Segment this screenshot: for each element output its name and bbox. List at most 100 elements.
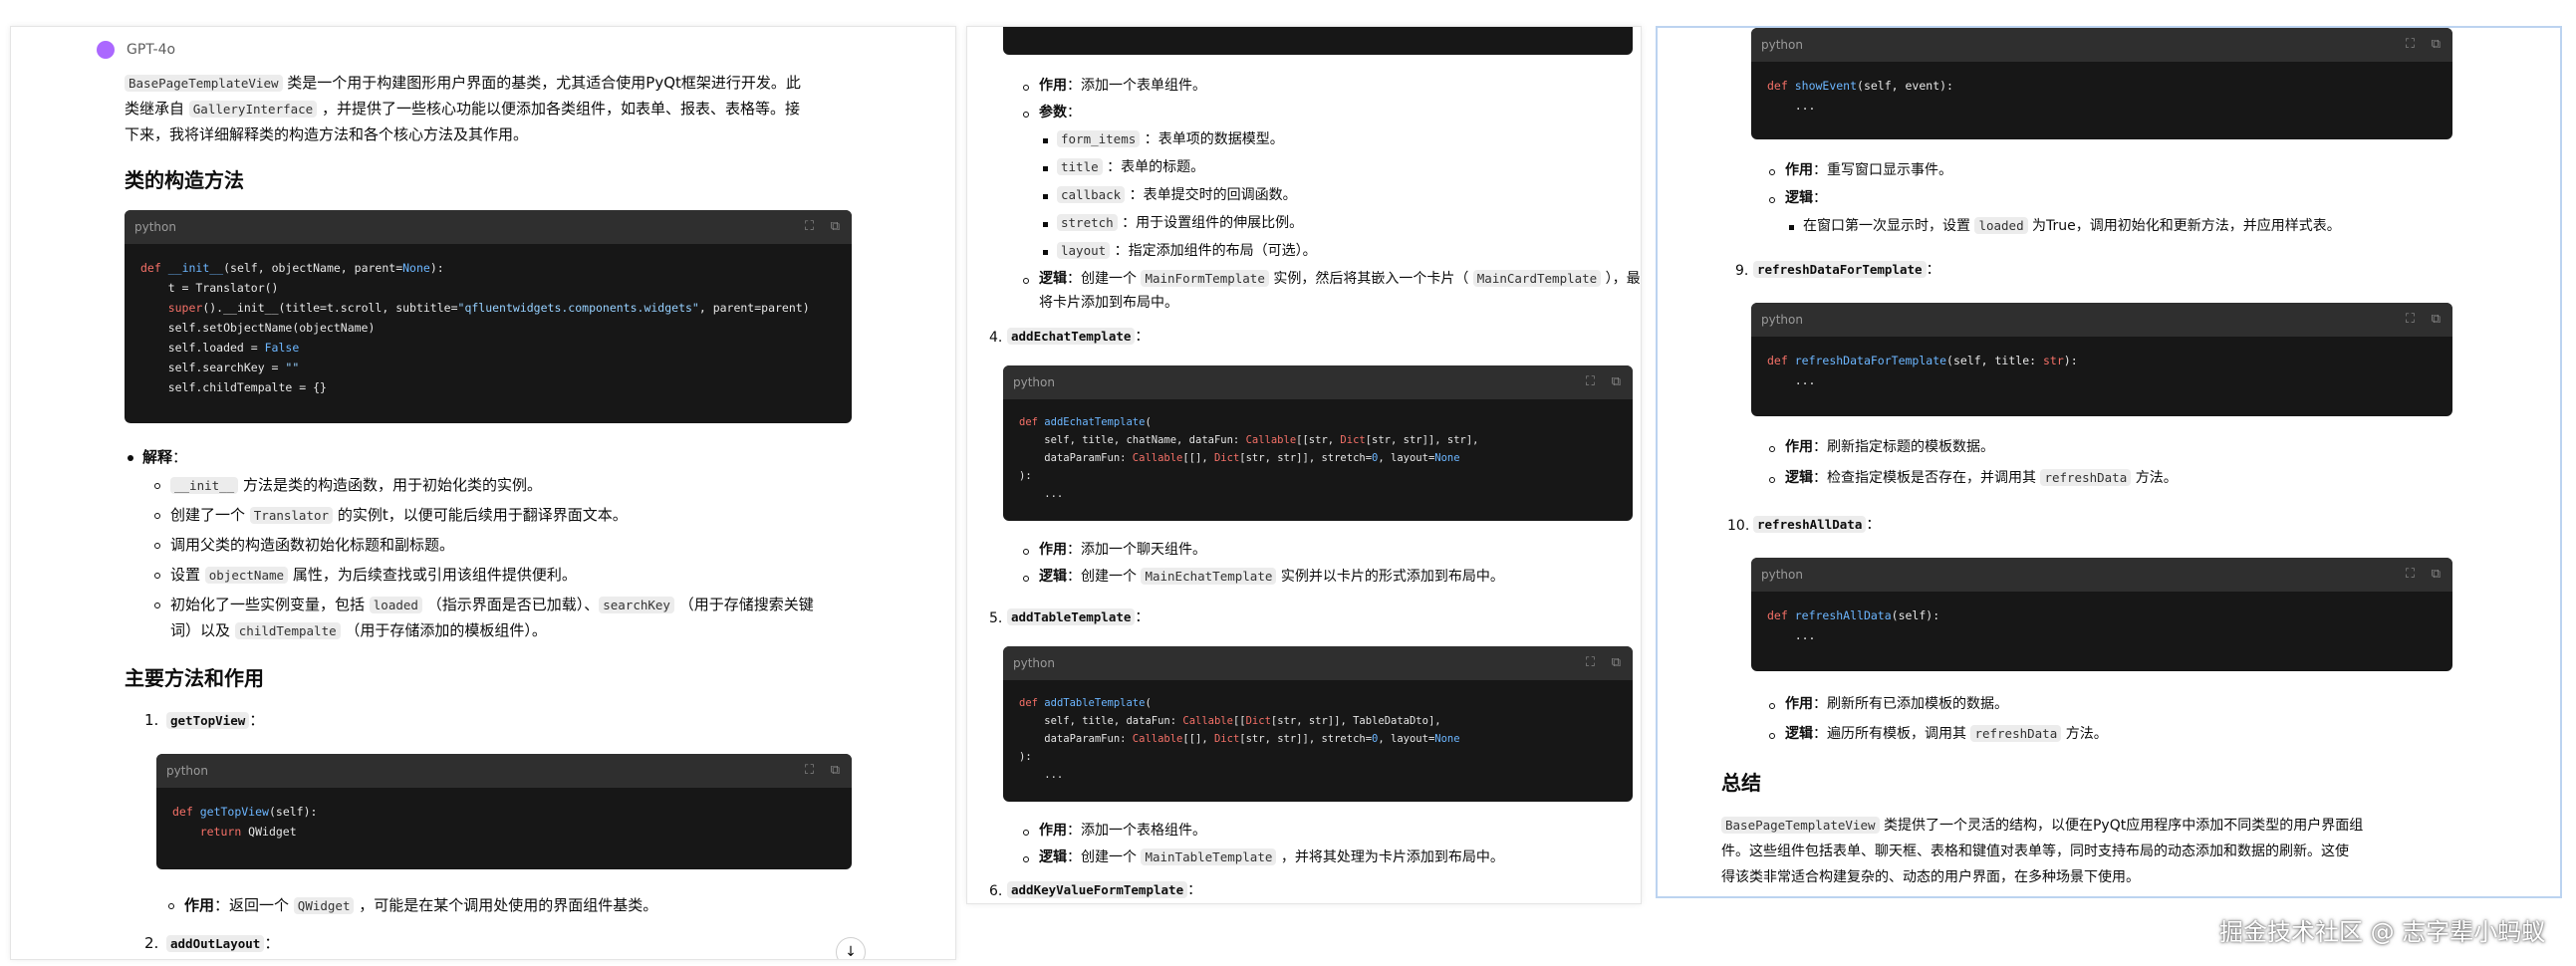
- code-init: def __init__(self, objectName, parent=No…: [140, 261, 810, 394]
- expand-icon[interactable]: ⛶: [805, 210, 814, 244]
- heading-summary: 总结: [1721, 771, 1761, 795]
- form-logic-1: 逻辑：创建一个 MainFormTemplate 实例，然后将其嵌入一个卡片（ …: [1039, 270, 1641, 287]
- method-number: 9.: [1735, 263, 1749, 279]
- param-1: form_items ：表单项的数据模型。: [1057, 128, 1284, 150]
- bullet-circle: [154, 543, 160, 549]
- scroll-down-button[interactable]: ↓: [836, 937, 866, 959]
- copy-icon[interactable]: ⧉: [2432, 28, 2441, 62]
- bullet-circle: [1769, 733, 1775, 739]
- code-refreshdatafortemplate: def refreshDataForTemplate(self, title: …: [1767, 354, 2078, 387]
- showevent-logic-label: 逻辑：: [1785, 190, 1827, 206]
- explain-item-4: 设置 objectName 属性，为后续查找或引用该组件提供便利。: [170, 566, 577, 584]
- bullet-square: [1043, 166, 1048, 171]
- bullet-circle: [1023, 856, 1029, 862]
- bullet-circle: [168, 903, 174, 909]
- method-title-addkeyvalue: addKeyValueFormTemplate：: [1007, 879, 1201, 901]
- code-block-gettopview: python ⛶ ⧉ def getTopView(self): return QW…: [156, 754, 852, 869]
- chat-panel-right: python ⛶ ⧉ def showEvent(self, event): ...…: [1656, 26, 2562, 898]
- chat-panel-middle: 作用：添加一个表单组件。 参数： form_items ：表单项的数据模型。 t…: [966, 26, 1642, 904]
- refreshdatafortemplate-role: 作用：刷新指定标题的模板数据。: [1785, 439, 1994, 455]
- copy-icon[interactable]: ⧉: [831, 754, 840, 788]
- code-block-addechat: python ⛶ ⧉ def addEchatTemplate( self, tit…: [1003, 365, 1633, 521]
- model-avatar-icon: [97, 41, 115, 59]
- bullet-circle: [154, 483, 160, 489]
- bullet-circle: [1023, 85, 1029, 91]
- bullet-circle: [154, 573, 160, 579]
- explain-label: 解释：: [142, 448, 188, 466]
- intro-line-3: 下来，我将详细解释类的构造方法和各个核心方法及其作用。: [125, 125, 529, 143]
- param-4: stretch ：用于设置组件的伸展比例。: [1057, 212, 1303, 234]
- table-logic: 逻辑：创建一个 MainTableTemplate ，并将其处理为卡片添加到布局…: [1039, 848, 1504, 865]
- method-title-gettopview: getTopView：: [166, 708, 264, 733]
- form-logic-2: 将卡片添加到布局中。: [1039, 295, 1178, 311]
- method-title-addtable: addTableTemplate：: [1007, 606, 1149, 628]
- intro-line-2: 类继承自 GalleryInterface ，并提供了一些核心功能以便添加各类组…: [125, 100, 800, 118]
- code-block-init: python ⛶ ⧉ def __init__(self, objectName, …: [125, 210, 852, 423]
- watermark: 掘金技术社区 @ 志字辈小蚂蚁: [2219, 918, 2546, 946]
- bullet-circle: [1023, 576, 1029, 582]
- heading-constructor: 类的构造方法: [125, 168, 244, 192]
- form-params-label: 参数：: [1039, 105, 1081, 121]
- bullet-circle: [1023, 278, 1029, 284]
- method-number: 5.: [989, 610, 1003, 626]
- expand-icon[interactable]: ⛶: [2406, 303, 2415, 337]
- code-addechat: def addEchatTemplate( self, title, chatN…: [1019, 416, 1479, 500]
- bullet-square: [1043, 138, 1048, 143]
- param-3: callback ：表单提交时的回调函数。: [1057, 184, 1297, 206]
- expand-icon[interactable]: ⛶: [1586, 646, 1595, 680]
- method-number: 10.: [1727, 518, 1750, 534]
- heading-methods: 主要方法和作用: [125, 666, 264, 690]
- bullet-circle: [154, 513, 160, 519]
- intro-line-1: BasePageTemplateView 类是一个用于构建图形用户界面的基类，尤…: [125, 71, 801, 96]
- bullet-circle: [1769, 446, 1775, 452]
- form-role: 作用：添加一个表单组件。: [1039, 78, 1206, 94]
- bullet-circle: [1769, 197, 1775, 203]
- bullet-square: [1043, 222, 1048, 227]
- echat-logic: 逻辑：创建一个 MainEchatTemplate 实例并以卡片的形式添加到布局…: [1039, 568, 1504, 585]
- code-block-refreshdatafortemplate: python ⛶ ⧉ def refreshDataForTemplate(self…: [1751, 303, 2452, 416]
- refreshalldata-logic: 逻辑：遍历所有模板，调用其 refreshData 方法。: [1785, 725, 2108, 742]
- showevent-logic: 在窗口第一次显示时，设置 loaded 为True，调用初始化和更新方法，并应用…: [1803, 217, 2341, 234]
- code-showevent: def showEvent(self, event): ...: [1767, 79, 1953, 113]
- explain-item-5a: 初始化了一些实例变量，包括 loaded （指示界面是否已加载）、 searchK…: [170, 596, 814, 613]
- param-5: layout ：指定添加组件的布局（可选）。: [1057, 240, 1317, 262]
- copy-icon[interactable]: ⧉: [2432, 303, 2441, 337]
- method-title-addechat: addEchatTemplate：: [1007, 326, 1149, 348]
- explain-item-3: 调用父类的构造函数初始化标题和副标题。: [170, 536, 455, 554]
- code-gettopview: def getTopView(self): return QWidget: [172, 805, 318, 839]
- method-number: 1.: [144, 711, 159, 729]
- bullet-dot: [128, 455, 133, 461]
- code-refreshalldata: def refreshAllData(self): ...: [1767, 608, 1940, 642]
- explain-item-5b: 词）以及 childTempalte （用于存储添加的模板组件）。: [170, 621, 547, 639]
- table-role: 作用：添加一个表格组件。: [1039, 823, 1206, 839]
- expand-icon[interactable]: ⛶: [2406, 28, 2415, 62]
- gettopview-role: 作用：返回一个 QWidget ，可能是在某个调用处使用的界面组件基类。: [184, 896, 658, 914]
- bullet-circle: [1769, 703, 1775, 709]
- bullet-circle: [1769, 477, 1775, 483]
- bullet-circle: [1769, 169, 1775, 175]
- explain-item-2: 创建了一个 Translator 的实例t，以便可能后续用于翻译界面文本。: [170, 506, 628, 524]
- bullet-square: [1043, 250, 1048, 255]
- bullet-circle: [1023, 549, 1029, 555]
- bullet-circle: [1023, 830, 1029, 836]
- copy-icon[interactable]: ⧉: [1612, 646, 1621, 680]
- copy-icon[interactable]: ⧉: [831, 210, 840, 244]
- method-number: 2.: [144, 934, 159, 952]
- summary-line-1: BasePageTemplateView 类提供了一个灵活的结构，以便在PyQt…: [1721, 815, 2363, 837]
- bullet-square: [1043, 194, 1048, 199]
- method-number: 6.: [989, 883, 1003, 899]
- copy-icon[interactable]: ⧉: [2432, 558, 2441, 592]
- code-block-top-cut: [1003, 27, 1633, 55]
- expand-icon[interactable]: ⛶: [805, 754, 814, 788]
- copy-icon[interactable]: ⧉: [1612, 365, 1621, 399]
- expand-icon[interactable]: ⛶: [1586, 365, 1595, 399]
- code-block-showevent: python ⛶ ⧉ def showEvent(self, event): ...: [1751, 28, 2452, 139]
- method-title-refreshalldata: refreshAllData：: [1753, 514, 1880, 536]
- chat-panel-left: GPT-4o BasePageTemplateView 类是一个用于构建图形用户…: [10, 26, 956, 960]
- echat-role: 作用：添加一个聊天组件。: [1039, 542, 1206, 558]
- summary-line-3: 得该类非常适合构建复杂的、动态的用户界面，在多种场景下使用。: [1721, 869, 2140, 885]
- expand-icon[interactable]: ⛶: [2406, 558, 2415, 592]
- summary-line-2: 件。这些组件包括表单、聊天框、表格和键值对表单等，同时支持布局的动态添加和数据的…: [1721, 844, 2349, 859]
- param-2: title ：表单的标题。: [1057, 156, 1204, 178]
- code-addtable: def addTableTemplate( self, title, dataF…: [1019, 697, 1460, 781]
